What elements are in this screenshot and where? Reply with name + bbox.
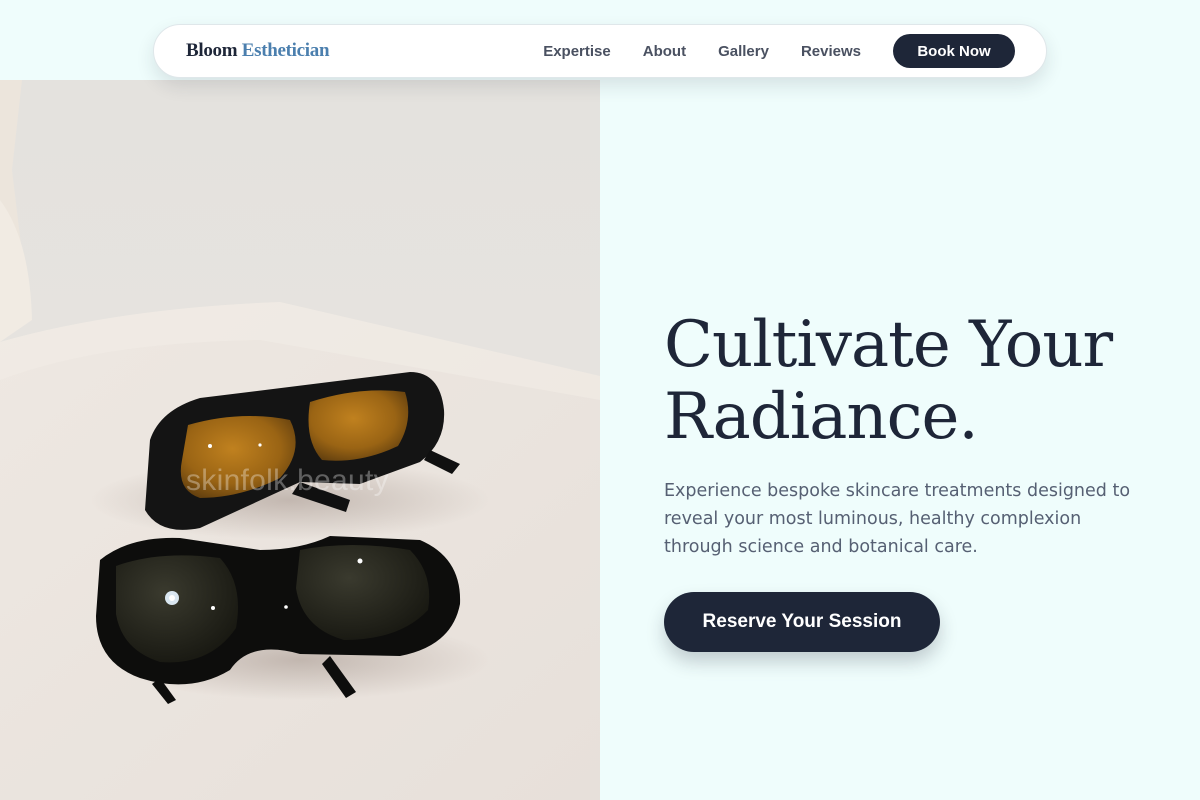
brand-name-primary: Bloom	[186, 40, 238, 61]
book-now-button[interactable]: Book Now	[893, 34, 1015, 68]
navbar: Bloom Esthetician Expertise About Galler…	[153, 24, 1047, 78]
hero-subtext: Experience bespoke skincare treatments d…	[664, 481, 1131, 557]
hero-headline-line2: Radiance.	[664, 380, 979, 454]
reserve-session-button[interactable]: Reserve Your Session	[664, 592, 940, 652]
hero-headline-line1: Cultivate Your	[664, 308, 1113, 382]
nav-link-about[interactable]: About	[643, 43, 686, 60]
nav-links: Expertise About Gallery Reviews Book Now	[543, 34, 1015, 68]
hero-photo-glasses	[0, 80, 600, 800]
nav-link-gallery[interactable]: Gallery	[718, 43, 769, 60]
nav-link-expertise[interactable]: Expertise	[543, 43, 611, 60]
brand-logo[interactable]: Bloom Esthetician	[186, 40, 330, 62]
image-watermark: skinfolk.beauty	[186, 464, 389, 497]
nav-link-reviews[interactable]: Reviews	[801, 43, 861, 60]
hero-headline: Cultivate Your Radiance.	[664, 308, 1113, 454]
brand-name-accent: Esthetician	[241, 40, 330, 61]
hero-image: skinfolk.beauty	[0, 80, 600, 800]
